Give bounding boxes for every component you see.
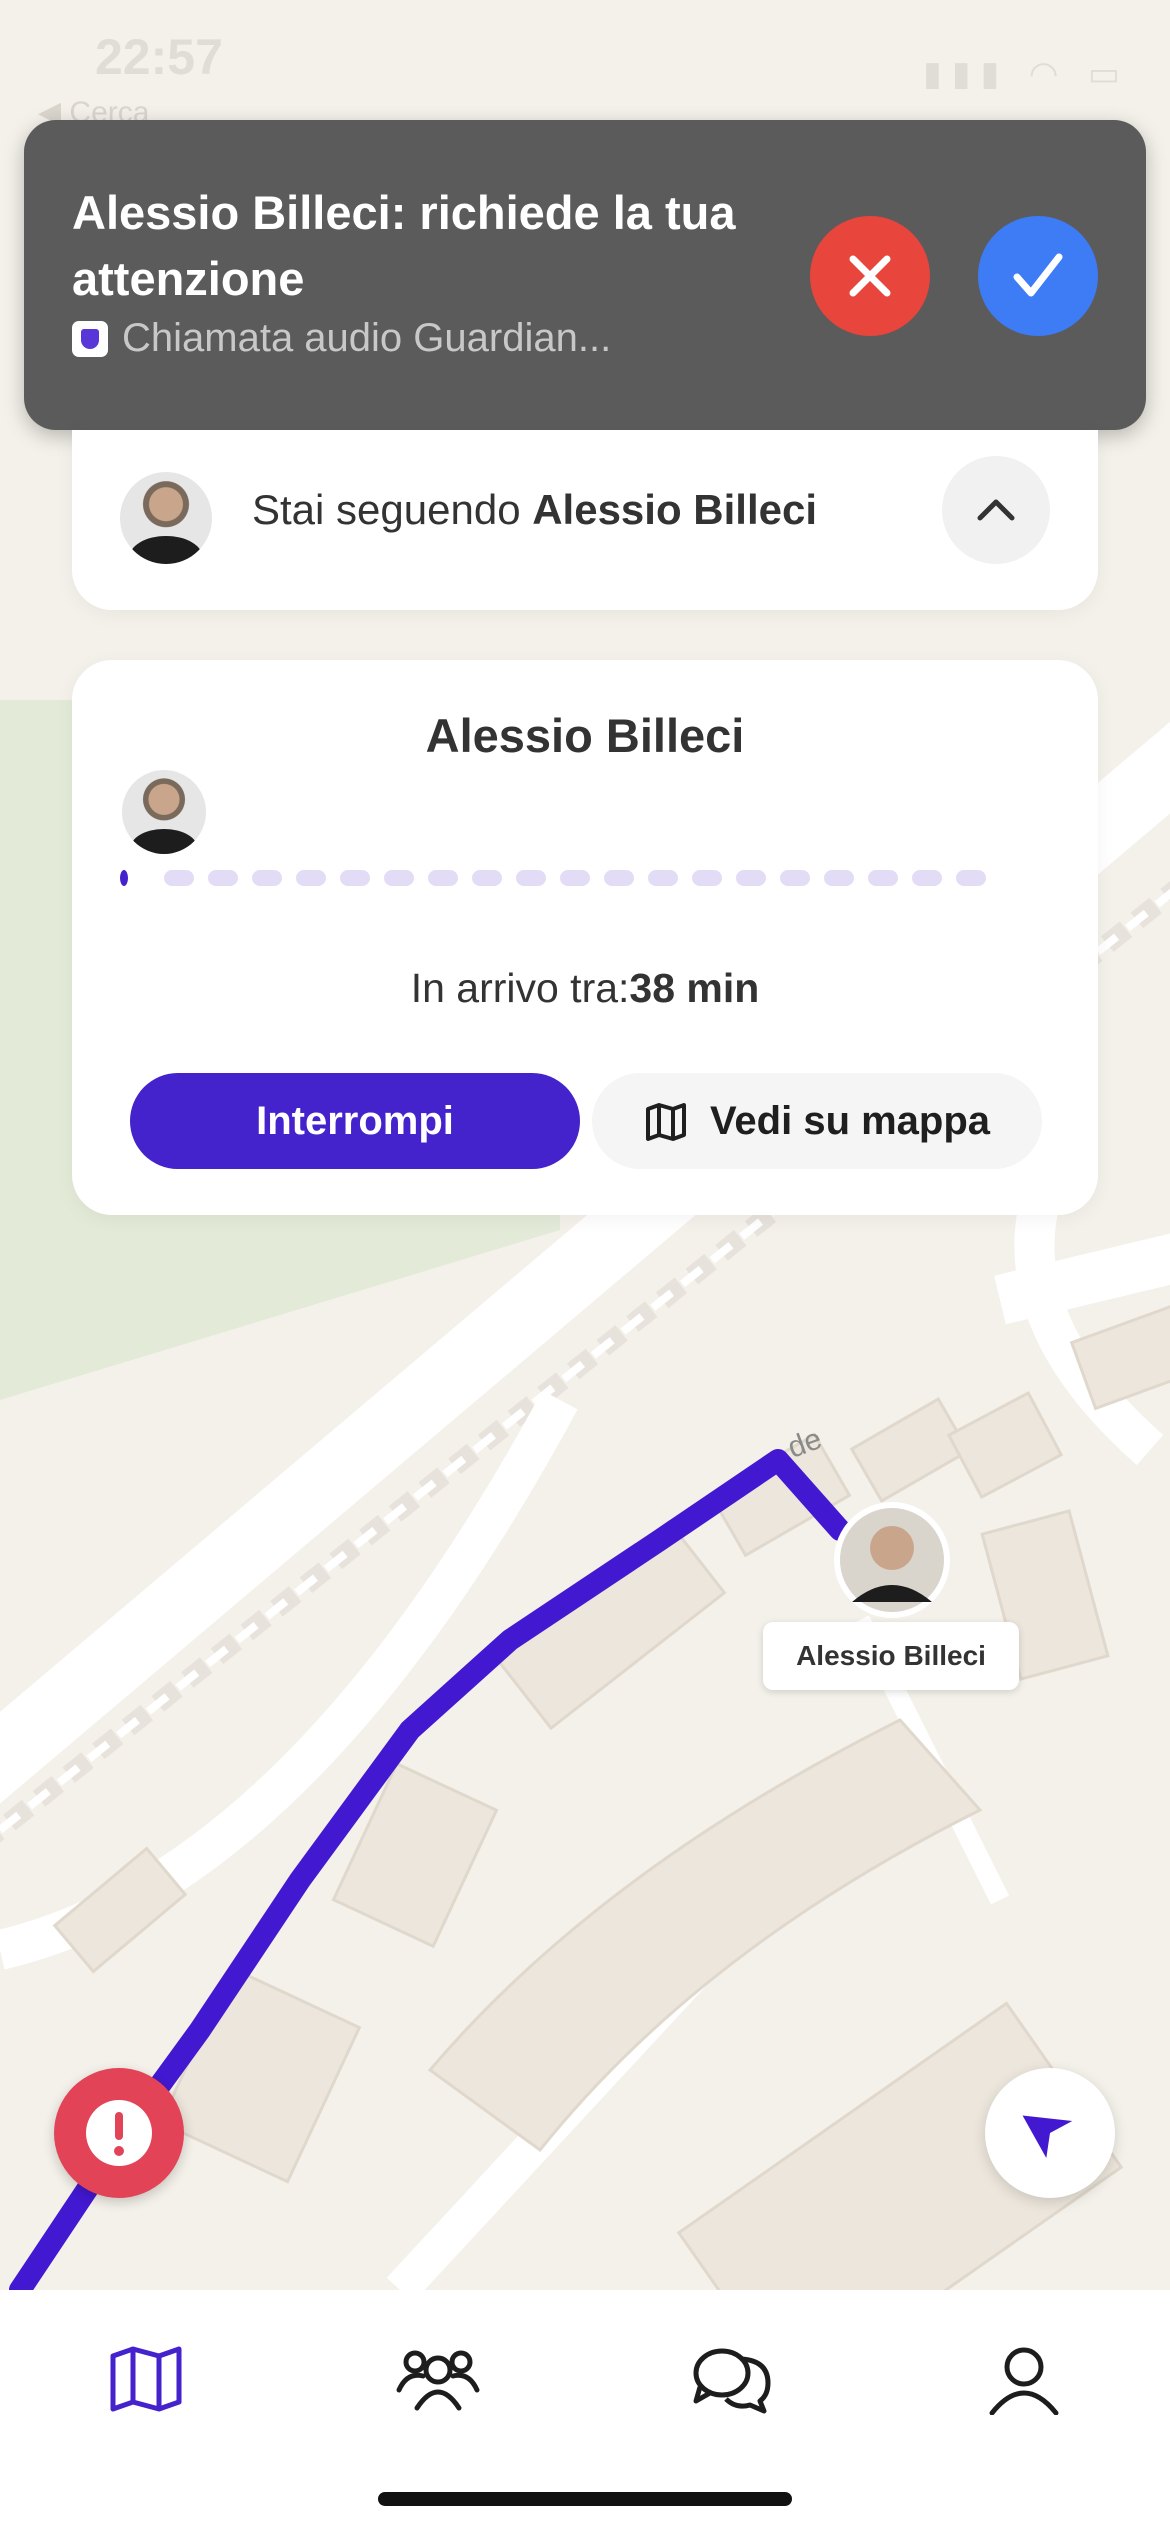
progress-segment (648, 870, 678, 886)
alert-icon (86, 2100, 152, 2166)
map-icon (645, 1103, 686, 1141)
collapse-button[interactable] (942, 456, 1050, 564)
app-icon (72, 320, 108, 357)
progress-segment (692, 870, 722, 886)
following-text: Stai seguendo Alessio Billeci (252, 486, 817, 534)
progress-segment (912, 870, 942, 886)
avatar (120, 472, 212, 564)
progress-segment (560, 870, 590, 886)
tracked-user-name: Alessio Billeci (425, 709, 745, 762)
status-icons: ▮▮▮ ◠ ▭ (923, 55, 1130, 93)
following-card[interactable]: Stai seguendo Alessio Billeci (72, 430, 1098, 610)
profile-icon (989, 2347, 1059, 2415)
call-notification[interactable]: Alessio Billeci: richiede la tua attenzi… (24, 120, 1146, 430)
marker-label[interactable]: Alessio Billeci (763, 1622, 1019, 1690)
progress-segment (252, 870, 282, 886)
view-on-map-button[interactable]: Vedi su mappa (592, 1073, 1042, 1169)
status-bar: 22:57 ◀ Cerca ▮▮▮ ◠ ▭ (0, 0, 1170, 129)
close-icon (849, 255, 891, 297)
eta-value: 38 min (629, 965, 760, 1011)
following-prefix: Stai seguendo (252, 486, 533, 533)
notification-title: Alessio Billeci: richiede la tua attenzi… (72, 186, 736, 305)
progress-segment (384, 870, 414, 886)
progress-segment (208, 870, 238, 886)
notification-subtitle-text: Chiamata audio Guardian... (122, 316, 612, 360)
progress-segment (824, 870, 854, 886)
progress-segment (780, 870, 810, 886)
chevron-up-icon (977, 499, 1015, 521)
progress-segment (956, 870, 986, 886)
accept-button[interactable] (978, 216, 1098, 336)
notification-subtitle: Chiamata audio Guardian... (72, 316, 611, 361)
progress-segment (736, 870, 766, 886)
tab-bar (0, 2290, 1170, 2532)
trip-progress-bar (120, 870, 986, 886)
tracked-user-avatar (122, 770, 206, 854)
progress-segment (604, 870, 634, 886)
eta-label: In arrivo tra: (410, 965, 630, 1011)
location-arrow-icon (1022, 2115, 1073, 2159)
recenter-location-button[interactable] (985, 2068, 1115, 2198)
map-icon (110, 2346, 182, 2412)
people-icon (396, 2350, 480, 2411)
progress-segment (296, 870, 326, 886)
tab-map[interactable] (86, 2334, 206, 2424)
tab-chat[interactable] (672, 2334, 792, 2424)
tab-people[interactable] (378, 2334, 498, 2424)
chat-icon (693, 2348, 771, 2414)
following-name: Alessio Billeci (532, 486, 818, 533)
progress-segment (164, 870, 194, 886)
decline-button[interactable] (810, 216, 930, 336)
progress-segment (868, 870, 898, 886)
stop-tracking-button[interactable]: Interrompi (130, 1073, 580, 1169)
tab-profile[interactable] (964, 2334, 1084, 2424)
home-indicator (378, 2492, 792, 2506)
status-time: 22:57 (95, 29, 223, 85)
progress-segment (120, 870, 128, 886)
progress-segment (516, 870, 546, 886)
progress-segment (340, 870, 370, 886)
tracking-card: Alessio Billeci In arrivo tra:38 min Int… (72, 660, 1098, 1215)
view-on-map-label: Vedi su mappa (709, 1098, 991, 1143)
checkmark-icon (1013, 253, 1063, 297)
progress-segment (428, 870, 458, 886)
sos-button[interactable] (54, 2068, 184, 2198)
progress-segment (472, 870, 502, 886)
eta-text: In arrivo tra:38 min (72, 965, 1098, 1012)
